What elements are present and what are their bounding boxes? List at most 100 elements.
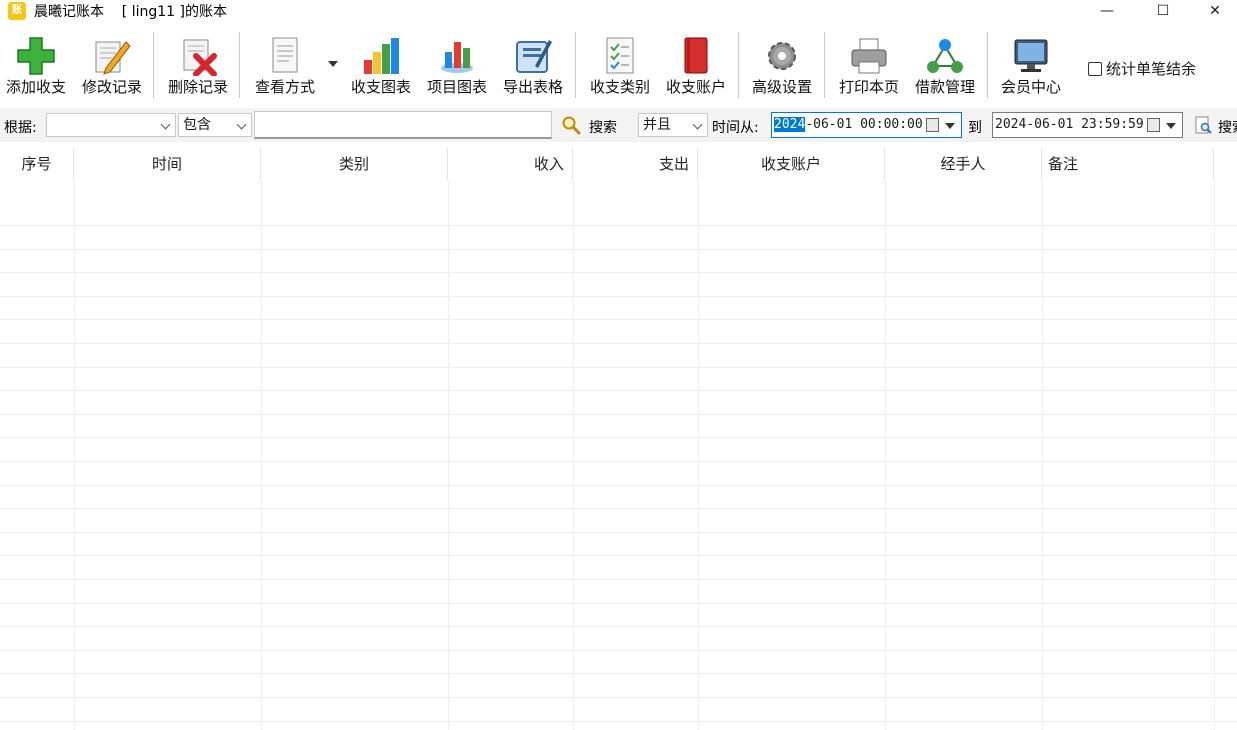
minimize-button[interactable]: — — [1084, 0, 1130, 22]
print-page-button[interactable]: 打印本页 — [833, 32, 905, 98]
table-row[interactable] — [0, 344, 1237, 368]
grid-column-line — [74, 180, 75, 730]
column-header-account[interactable]: 收支账户 — [698, 148, 885, 180]
table-row[interactable] — [0, 509, 1237, 533]
table-row[interactable] — [0, 249, 1237, 273]
calendar-icon — [1147, 118, 1160, 132]
bar-chart-icon — [364, 38, 399, 74]
table-row[interactable] — [0, 674, 1237, 698]
table-row[interactable] — [0, 698, 1237, 722]
grid-column-line — [885, 180, 886, 730]
toolbar-separator — [824, 32, 825, 98]
single-balance-checkbox[interactable]: 统计单笔结余 — [1088, 58, 1196, 79]
toolbar: 添加收支 修改记录 删除记录 查看方式 收支图表 项目图表 导出表格 收支类别 … — [0, 28, 1237, 100]
grid-column-line — [261, 180, 262, 730]
table-row[interactable] — [0, 580, 1237, 604]
table-row[interactable] — [0, 556, 1237, 580]
search2-clip: 搜索 — [1218, 108, 1237, 142]
chevron-down-icon — [1166, 123, 1176, 129]
member-center-button[interactable]: 会员中心 — [995, 32, 1067, 98]
column-header-category[interactable]: 类别 — [261, 148, 448, 180]
delete-record-label: 删除记录 — [167, 78, 228, 96]
table-row[interactable] — [0, 391, 1237, 415]
match-select-value: 包含 — [183, 117, 211, 133]
add-record-button[interactable]: 添加收支 — [0, 32, 72, 98]
gear-icon — [768, 42, 796, 70]
search-button[interactable]: 搜索 — [589, 117, 617, 137]
column-header-index[interactable]: 序号 — [0, 148, 74, 180]
table-header: 序号 时间 类别 收入 支出 收支账户 经手人 备注 — [0, 148, 1237, 180]
categories-label: 收支类别 — [589, 78, 650, 96]
maximize-button[interactable]: ☐ — [1140, 0, 1186, 22]
chevron-down-icon — [160, 119, 171, 130]
table-row[interactable] — [0, 627, 1237, 651]
grid-column-line — [698, 180, 699, 730]
close-button[interactable]: ✕ — [1192, 0, 1237, 22]
monitor-icon — [1014, 39, 1048, 72]
add-record-label: 添加收支 — [5, 78, 66, 96]
logic-select[interactable]: 并且 — [638, 113, 708, 137]
loan-management-button[interactable]: 借款管理 — [909, 32, 981, 98]
table-row[interactable] — [0, 650, 1237, 674]
grid-column-line — [1214, 180, 1215, 730]
table-row[interactable] — [0, 414, 1237, 438]
date-from-year-selected: 2024 — [774, 117, 806, 132]
toolbar-separator — [987, 32, 988, 98]
toolbar-separator — [738, 32, 739, 98]
logic-select-value: 并且 — [643, 117, 671, 133]
table-row[interactable] — [0, 485, 1237, 509]
basis-select[interactable] — [46, 113, 176, 137]
categories-button[interactable]: 收支类别 — [584, 32, 656, 98]
date-from-picker[interactable]: 2024-06-01 00:00:00 — [771, 112, 962, 138]
table-row[interactable] — [0, 721, 1237, 730]
advanced-settings-label: 高级设置 — [751, 78, 812, 96]
table-row[interactable] — [0, 273, 1237, 297]
match-select[interactable]: 包含 — [178, 113, 252, 137]
delete-document-icon — [183, 39, 217, 76]
column-header-handler[interactable]: 经手人 — [885, 148, 1042, 180]
column-header-expense[interactable]: 支出 — [573, 148, 698, 180]
delete-record-button[interactable]: 删除记录 — [162, 32, 234, 98]
column-header-notes[interactable]: 备注 — [1042, 148, 1214, 180]
search2-button[interactable]: 搜索 — [1218, 117, 1237, 137]
table-row[interactable] — [0, 296, 1237, 320]
table-row[interactable] — [0, 603, 1237, 627]
export-table-button[interactable]: 导出表格 — [497, 32, 569, 98]
table-row[interactable] — [0, 226, 1237, 250]
column-header-income[interactable]: 收入 — [448, 148, 573, 180]
chevron-down-icon — [236, 119, 247, 130]
edit-record-button[interactable]: 修改记录 — [76, 32, 148, 98]
advanced-settings-button[interactable]: 高级设置 — [746, 32, 818, 98]
income-chart-button[interactable]: 收支图表 — [345, 32, 417, 98]
network-icon — [927, 39, 963, 73]
project-chart-button[interactable]: 项目图表 — [421, 32, 493, 98]
export-clipboard-icon — [516, 40, 552, 73]
table-row[interactable] — [0, 532, 1237, 556]
records-table: 序号 时间 类别 收入 支出 收支账户 经手人 备注 — [0, 148, 1237, 730]
member-center-label: 会员中心 — [1000, 78, 1061, 96]
accounts-button[interactable]: 收支账户 — [660, 32, 732, 98]
print-page-label: 打印本页 — [838, 78, 899, 96]
search-icon[interactable] — [561, 115, 581, 135]
calendar-icon — [926, 118, 939, 132]
view-mode-button[interactable]: 查看方式 — [249, 32, 321, 98]
table-row[interactable] — [0, 202, 1237, 226]
view-mode-label: 查看方式 — [254, 78, 315, 96]
toolbar-separator — [239, 32, 240, 98]
keyword-input[interactable] — [254, 111, 552, 139]
printer-icon — [851, 38, 887, 74]
time-from-label: 时间从: — [712, 120, 759, 136]
view-mode-dropdown-arrow-icon[interactable] — [328, 61, 338, 67]
checkbox-box[interactable] — [1088, 61, 1102, 76]
table-row[interactable] — [0, 320, 1237, 344]
edit-record-label: 修改记录 — [81, 78, 142, 96]
table-row[interactable] — [0, 367, 1237, 391]
document-search-icon[interactable] — [1193, 115, 1213, 135]
grid-column-line — [448, 180, 449, 730]
table-row[interactable] — [0, 438, 1237, 462]
date-to-picker[interactable]: 2024-06-01 23:59:59 — [992, 112, 1183, 138]
to-label: 到 — [968, 120, 982, 136]
table-row[interactable] — [0, 462, 1237, 486]
column-header-time[interactable]: 时间 — [74, 148, 261, 180]
app-logo-icon: 账 — [8, 2, 26, 20]
